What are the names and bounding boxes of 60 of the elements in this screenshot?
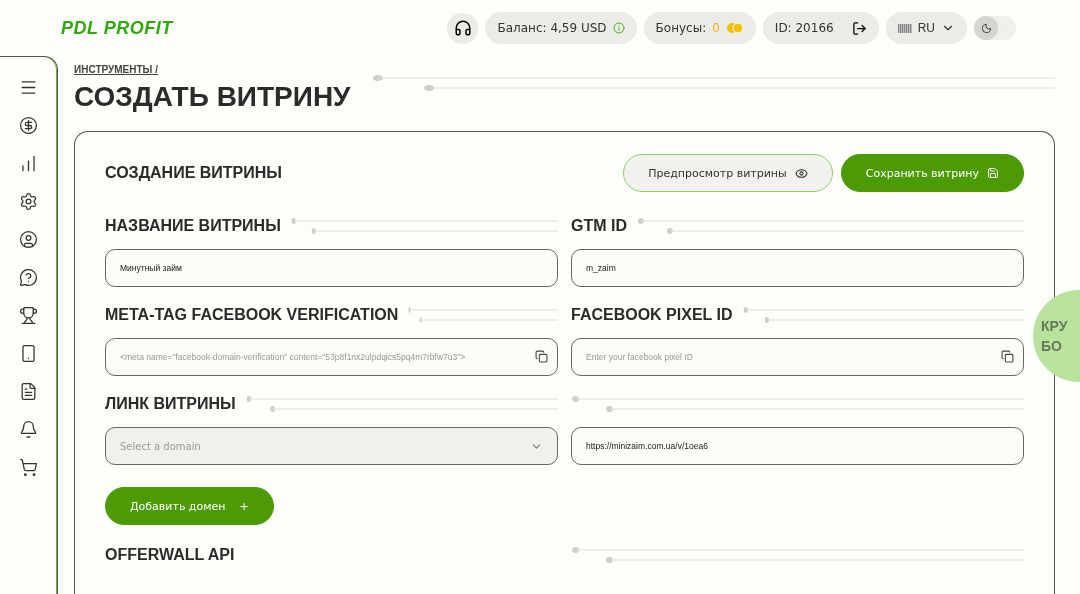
help-chat-icon: [19, 268, 38, 287]
user-id-text: ID: 20166: [774, 21, 834, 35]
bar-chart-icon: [19, 154, 38, 173]
sidebar-item[interactable]: [19, 420, 38, 439]
sidebar-item[interactable]: [19, 458, 38, 477]
breadcrumb-link[interactable]: ИНСТРУМЕНТЫ /: [74, 64, 158, 75]
wheel-text: КРУ: [1041, 318, 1069, 334]
logout-icon: [851, 20, 867, 36]
copy-button[interactable]: [535, 350, 548, 363]
eye-icon: [794, 166, 808, 180]
theme-toggle[interactable]: [974, 16, 1016, 40]
sidebar-item[interactable]: [19, 192, 38, 211]
support-button[interactable]: [447, 12, 479, 44]
flag-icon: [897, 23, 912, 33]
add-domain-button[interactable]: Добавить домен +: [105, 487, 274, 525]
user-icon: [19, 230, 38, 249]
save-button[interactable]: Сохранить витрину: [840, 154, 1024, 192]
sidebar-item[interactable]: [19, 116, 38, 135]
coins-icon: [725, 22, 744, 34]
field-label: FACEBOOK PIXEL ID: [571, 306, 733, 324]
headset-icon: [453, 19, 472, 37]
save-icon: [987, 167, 999, 179]
sidebar-item[interactable]: [19, 306, 38, 325]
cart-icon: [19, 458, 38, 477]
text-field[interactable]: m_zaim: [571, 249, 1024, 287]
bonus-label: Бонусы:: [655, 21, 707, 35]
moon-icon: [980, 22, 992, 34]
card-title: СОЗДАНИЕ ВИТРИНЫ: [105, 164, 282, 182]
field-label: META-TAG FACEBOOK VERIFICATION: [105, 306, 399, 324]
preview-button[interactable]: Предпросмотр витрины: [623, 154, 833, 192]
language-select[interactable]: RU: [885, 12, 967, 44]
copy-icon: [535, 350, 548, 363]
phone-icon: [19, 344, 38, 363]
text-field[interactable]: https://minizaim.com.ua/v/1oea6: [571, 427, 1024, 465]
sidebar-item[interactable]: [19, 382, 38, 401]
sidebar-item[interactable]: [19, 268, 38, 287]
copy-button[interactable]: [1001, 350, 1014, 363]
sidebar-item[interactable]: [19, 230, 38, 249]
document-icon: [19, 382, 38, 401]
logout-button[interactable]: [851, 20, 867, 36]
dollar-coin-icon: [19, 116, 38, 135]
wheel-text: БО: [1041, 338, 1063, 354]
menu-icon: [19, 78, 38, 97]
text-field[interactable]: Минутный займ: [105, 249, 558, 287]
page-title: СОЗДАТЬ ВИТРИНУ: [74, 81, 351, 113]
field-label: ЛИНК ВИТРИНЫ: [105, 395, 236, 413]
field-label: НАЗВАНИЕ ВИТРИНЫ: [105, 217, 281, 235]
balance-text: Баланс: 4,59 USD: [497, 21, 607, 35]
section-title: OFFERWALL API: [105, 546, 235, 564]
sidebar-item[interactable]: [19, 154, 38, 173]
sidebar-item[interactable]: [19, 344, 38, 363]
copy-icon: [1001, 350, 1014, 363]
field-label: GTM ID: [571, 217, 627, 235]
text-field[interactable]: Enter your facebook pixel ID: [571, 338, 1024, 376]
settings-icon: [19, 192, 38, 211]
trophy-icon: [19, 306, 38, 325]
bell-icon: [19, 420, 38, 439]
text-field[interactable]: <meta name="facebook-domain-verification" content="53p8f1nx2ulpdqics5pq4m7rbfw7u3">: [105, 338, 558, 376]
bonus-value: 0: [712, 21, 720, 35]
sidebar-item[interactable]: [19, 78, 38, 97]
